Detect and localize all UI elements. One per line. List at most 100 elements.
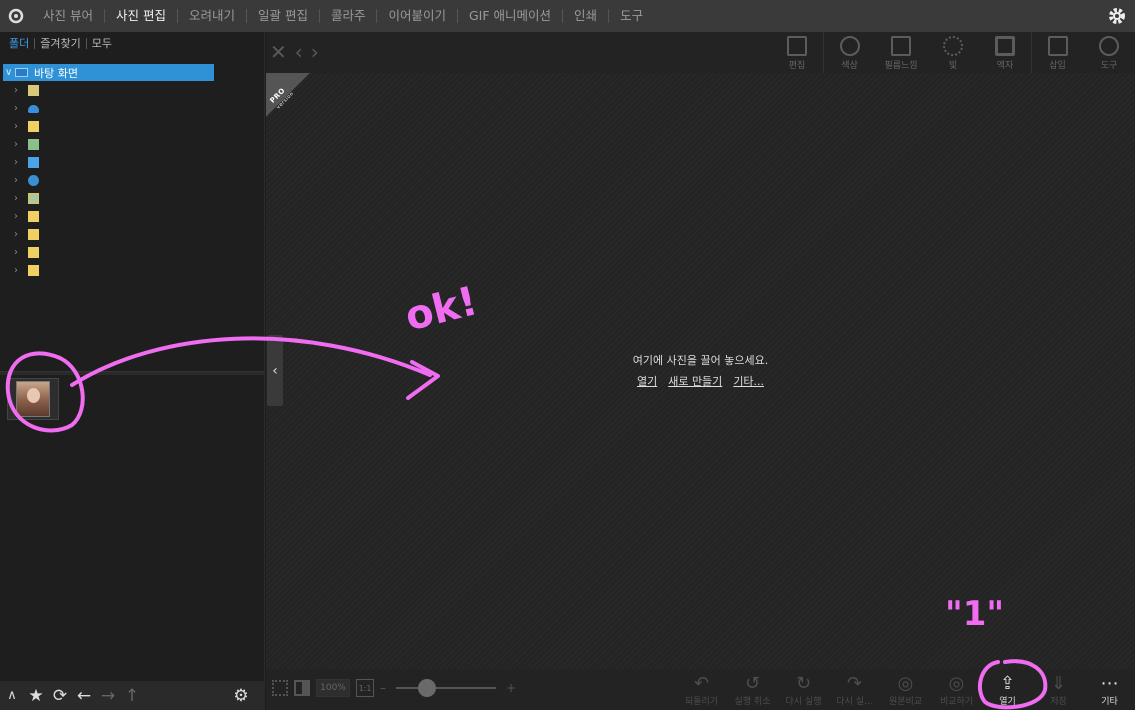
tab-favorites[interactable]: 즐겨찾기 (35, 37, 87, 49)
chevron-right-icon[interactable]: › (14, 85, 28, 96)
save-button[interactable]: ⇓ 저장 (1033, 669, 1084, 710)
tree-item[interactable]: › (14, 100, 39, 117)
compare-original-button[interactable]: ◎ 원본비교 (880, 669, 931, 710)
split-view-icon[interactable] (294, 680, 310, 696)
forward-arrow-icon[interactable]: → (96, 681, 120, 710)
menu-cutout[interactable]: 오려내기 (178, 9, 247, 23)
redo-all-icon: ↷ (846, 673, 863, 694)
open-button[interactable]: ⇪ 열기 (982, 669, 1033, 710)
chevron-right-icon[interactable]: › (14, 247, 28, 258)
editor-toolbar: ✕ ‹ › 편집 색상 필름느낌 빛 액자 삽입 도구 (266, 32, 1135, 73)
tab-all[interactable]: 모두 (87, 38, 117, 49)
zoom-out-icon[interactable]: – (380, 681, 386, 695)
compare-button[interactable]: ◎ 비교하기 (931, 669, 982, 710)
menu-collage[interactable]: 콜라주 (320, 9, 378, 23)
chevron-right-icon[interactable]: › (14, 121, 28, 132)
folder-icon (28, 229, 39, 240)
top-menu-bar: 사진 뷰어 사진 편집 오려내기 일괄 편집 콜라주 이어붙이기 GIF 애니메… (0, 0, 1135, 32)
tree-item-desktop[interactable]: ∨ 바탕 화면 (3, 64, 214, 81)
next-icon[interactable]: › (311, 40, 319, 64)
tool-film[interactable]: 필름느낌 (875, 32, 927, 73)
more-link[interactable]: 기타... (733, 373, 764, 389)
zoom-slider[interactable] (396, 679, 496, 697)
tree-item[interactable]: › (14, 118, 39, 135)
library-icon (28, 193, 39, 204)
chevron-right-icon[interactable]: › (14, 103, 28, 114)
menu-photo-viewer[interactable]: 사진 뷰어 (32, 9, 105, 23)
panel-splitter[interactable] (0, 371, 265, 375)
menu-tools[interactable]: 도구 (609, 9, 654, 23)
tree-item[interactable]: › (14, 226, 39, 243)
tab-folder[interactable]: 폴더 (4, 37, 36, 49)
tree-item[interactable]: › (14, 136, 39, 153)
menu-photo-edit[interactable]: 사진 편집 (105, 9, 178, 23)
menu-print[interactable]: 인쇄 (563, 9, 610, 23)
app-logo-icon[interactable] (0, 0, 32, 32)
tree-item[interactable]: › (14, 82, 39, 99)
more-button[interactable]: ⋯ 기타 (1084, 669, 1135, 710)
tree-item[interactable]: › (14, 208, 39, 225)
folder-icon (28, 247, 39, 258)
previous-icon[interactable]: ‹ (295, 40, 303, 64)
chevron-up-icon[interactable]: ∧ (0, 681, 24, 710)
star-icon[interactable]: ★ (24, 681, 48, 710)
color-icon (839, 36, 860, 56)
menu-batch-edit[interactable]: 일괄 편집 (247, 9, 320, 23)
chevron-right-icon[interactable]: › (14, 175, 28, 186)
drop-canvas[interactable]: PRO version 여기에 사진을 끌어 놓으세요. 열기 새로 만들기 기… (266, 73, 1135, 669)
back-arrow-icon[interactable]: ← (72, 681, 96, 710)
settings-gear-icon[interactable] (1107, 6, 1127, 29)
zoom-in-icon[interactable]: + (506, 681, 516, 695)
undo-icon: ↺ (744, 673, 761, 694)
palette-icon (1099, 36, 1119, 56)
revert-button[interactable]: ↶ 되돌리기 (676, 669, 727, 710)
revert-icon: ↶ (693, 673, 710, 694)
tool-light[interactable]: 빛 (927, 32, 979, 73)
tree-item[interactable]: › (14, 190, 39, 207)
tool-edit[interactable]: 편집 (771, 32, 823, 73)
tool-frame[interactable]: 액자 (979, 32, 1031, 73)
tree-item[interactable]: › (14, 244, 39, 261)
undo-button[interactable]: ↺ 실행 취소 (727, 669, 778, 710)
menu-combine[interactable]: 이어붙이기 (377, 9, 458, 23)
panel-settings-icon[interactable]: ⚙ (229, 681, 253, 710)
chevron-right-icon[interactable]: › (14, 265, 28, 276)
tool-tools[interactable]: 도구 (1083, 32, 1135, 73)
chevron-right-icon[interactable]: › (14, 139, 28, 150)
actual-size-button[interactable]: 1:1 (356, 679, 374, 697)
fit-icon[interactable] (272, 680, 288, 696)
expand-chevron-icon[interactable]: ∨ (3, 67, 15, 78)
refresh-icon[interactable]: ⟳ (48, 681, 72, 710)
nav-controls: ✕ ‹ › (270, 40, 319, 64)
collapse-panel-button[interactable]: ‹ (267, 335, 283, 406)
compare-icon: ◎ (948, 673, 965, 694)
chevron-right-icon[interactable]: › (14, 211, 28, 222)
tree-item[interactable]: › (14, 172, 39, 189)
frame-icon (995, 36, 1015, 56)
folder-tabs: 폴더 즐겨찾기 모두 (0, 32, 264, 54)
up-arrow-icon[interactable]: ↑ (120, 681, 144, 710)
redo-all-button[interactable]: ↷ 다시 실... (829, 669, 880, 710)
drop-links: 열기 새로 만들기 기타... (266, 373, 1135, 389)
chevron-right-icon[interactable]: › (14, 193, 28, 204)
user-folder-icon (28, 139, 39, 150)
download-icon: ⇓ (1050, 673, 1067, 694)
app-window: 사진 뷰어 사진 편집 오려내기 일괄 편집 콜라주 이어붙이기 GIF 애니메… (0, 0, 1135, 710)
chevron-right-icon[interactable]: › (14, 157, 28, 168)
tool-insert[interactable]: 삽입 (1031, 32, 1083, 73)
chevron-right-icon[interactable]: › (14, 229, 28, 240)
tree-item[interactable]: › (14, 262, 39, 279)
new-link[interactable]: 새로 만들기 (668, 373, 722, 389)
photo-thumbnail[interactable] (7, 378, 59, 420)
zoom-percent[interactable]: 100% (316, 679, 350, 697)
menu-gif-animation[interactable]: GIF 애니메이션 (458, 9, 564, 23)
open-link[interactable]: 열기 (637, 373, 657, 389)
close-icon[interactable]: ✕ (270, 40, 287, 64)
compare-original-icon: ◎ (897, 673, 914, 694)
zoom-slider-knob[interactable] (418, 679, 436, 697)
tool-color[interactable]: 색상 (823, 32, 875, 73)
network-icon (28, 175, 39, 186)
redo-button[interactable]: ↻ 다시 실행 (778, 669, 829, 710)
tree-item[interactable]: › (14, 154, 39, 171)
portrait-image (16, 381, 50, 417)
